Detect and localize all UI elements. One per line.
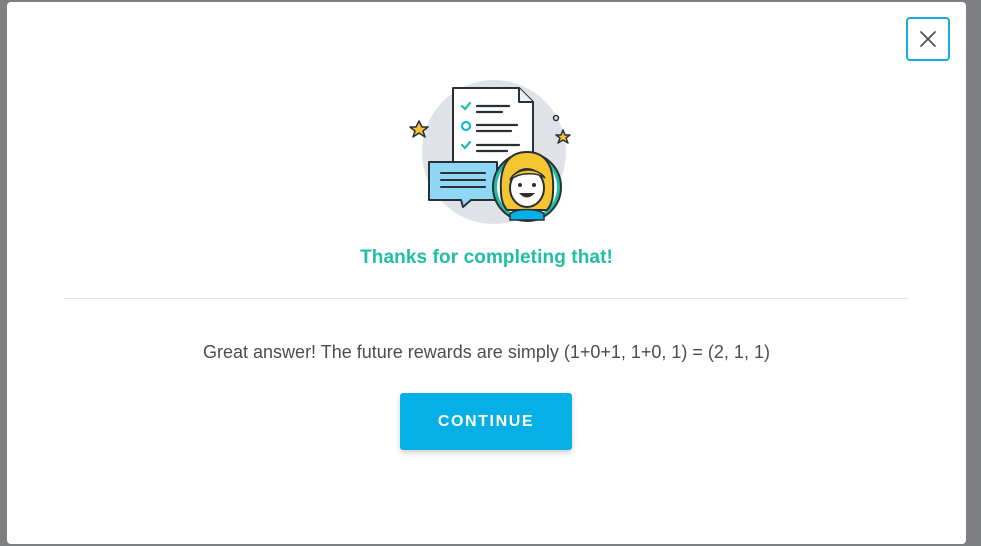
completion-modal: Thanks for completing that! Great answer… [7,2,966,544]
feedback-success-illustration [409,80,571,224]
continue-button[interactable]: CONTINUE [400,393,572,450]
close-button[interactable] [906,17,950,61]
feedback-message: Great answer! The future rewards are sim… [203,342,770,362]
divider [64,298,908,299]
close-icon [920,31,936,47]
modal-title: Thanks for completing that! [360,247,613,268]
